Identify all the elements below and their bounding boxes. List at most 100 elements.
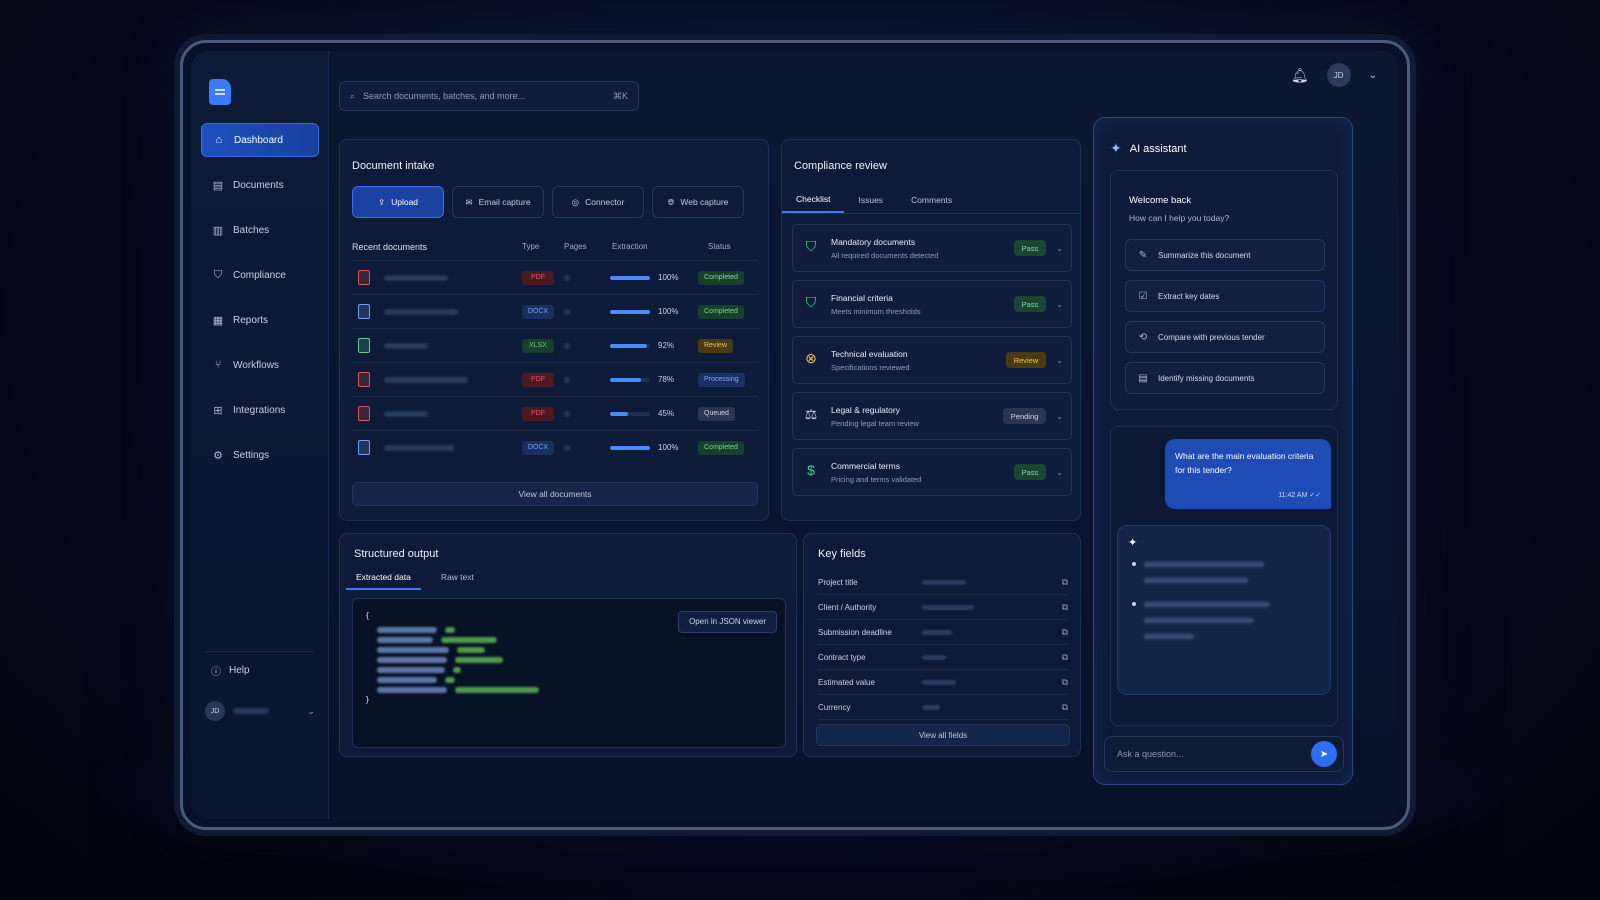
json-key-redacted (377, 657, 447, 663)
send-button[interactable]: ➤ (1311, 741, 1337, 767)
sidebar-item-workflows[interactable]: ⑂ Workflows (201, 348, 319, 382)
table-row[interactable]: PDF 78% Processing (352, 362, 758, 396)
top-actions: 🔔︎ JD ⌄ (1291, 63, 1377, 87)
compliance-item[interactable]: ⚖ Legal & regulatory Pending legal team re… (792, 392, 1072, 440)
chevron-down-icon[interactable]: ⌄ (1056, 356, 1063, 365)
sidebar-item-reports[interactable]: ▦ Reports (201, 303, 319, 337)
suggestions: ✎ Summarize this document ☑ Extract key da… (1125, 239, 1325, 403)
copy-icon[interactable]: ⧉ (1062, 602, 1068, 613)
file-type-badge: XLSX (522, 338, 554, 353)
chevron-down-icon[interactable]: ⌄ (1056, 468, 1063, 477)
suggestion-summarize[interactable]: ✎ Summarize this document (1125, 239, 1325, 271)
sidebar-item-settings[interactable]: ⚙ Settings (201, 438, 319, 472)
send-icon: ➤ (1319, 748, 1329, 760)
chevron-down-icon: ⌄ (307, 705, 315, 716)
compliance-item-subtitle: All required documents detected (831, 250, 939, 260)
tab-connector[interactable]: ◎ Connector (552, 186, 644, 218)
tab-comments[interactable]: Comments (897, 186, 966, 213)
tab-upload[interactable]: ⇪ Upload (352, 186, 444, 218)
ask-question-input[interactable]: Ask a question... ➤ (1104, 736, 1344, 772)
json-line (365, 643, 773, 653)
table-row[interactable]: XLSX 92% Review (352, 328, 758, 362)
table-row[interactable]: PDF 45% Queued (352, 396, 758, 430)
documents-table-header: Recent documents Type Pages Extraction S… (352, 242, 758, 252)
chevron-down-icon[interactable]: ⌄ (1056, 244, 1063, 253)
extraction-percent: 78% (658, 375, 675, 384)
compliance-item[interactable]: ⛉ Financial criteria Meets minimum thresho… (792, 280, 1072, 328)
tab-email-capture[interactable]: ✉ Email capture (452, 186, 544, 218)
mail-icon: ✉ (465, 196, 473, 207)
documents-table: PDF 100% Completed DOCX 100% Completed XLSX 92%… (352, 260, 758, 464)
column-extraction: Extraction (612, 242, 648, 251)
copy-icon[interactable]: ⧉ (1062, 627, 1068, 638)
copy-icon[interactable]: ⧉ (1062, 677, 1068, 688)
key-field-value-redacted (922, 654, 946, 660)
bullet (1132, 602, 1136, 606)
workflow-icon: ⑂ (214, 359, 222, 371)
suggestion-missing-docs[interactable]: ▤ Identify missing documents (1125, 362, 1325, 394)
copy-icon[interactable]: ⧉ (1062, 702, 1068, 713)
progress-fill (610, 377, 642, 382)
table-row[interactable]: PDF 100% Completed (352, 260, 758, 294)
help-link[interactable]: ⓘ Help (211, 663, 250, 678)
table-row[interactable]: DOCX 100% Completed (352, 430, 758, 464)
globe-icon: 🌐︎ (667, 196, 675, 207)
suggestion-compare[interactable]: ⟲ Compare with previous tender (1125, 321, 1325, 353)
json-value-redacted (441, 637, 497, 643)
copy-icon[interactable]: ⧉ (1062, 577, 1068, 588)
sidebar-item-batches[interactable]: ▥ Batches (201, 213, 319, 247)
avatar[interactable]: JD (1326, 63, 1351, 87)
json-line (365, 633, 773, 643)
sidebar-item-label: Compliance (233, 269, 286, 281)
table-row[interactable]: DOCX 100% Completed (352, 294, 758, 328)
open-json-viewer-button[interactable]: Open in JSON viewer (678, 611, 777, 633)
document-icon: ▤ (212, 179, 224, 192)
compliance-item[interactable]: ⛉ Mandatory documents All required documen… (792, 224, 1072, 272)
report-icon: ▦ (212, 314, 224, 327)
tab-extracted-data[interactable]: Extracted data (346, 568, 421, 590)
connector-icon: ◎ (571, 196, 580, 207)
status-badge: Pass (1013, 296, 1047, 312)
compliance-item[interactable]: $ Commercial terms Pricing and terms valid… (792, 448, 1072, 496)
progress-fill (610, 309, 650, 314)
extraction-percent: 92% (658, 341, 675, 350)
suggestion-extract-dates[interactable]: ☑ Extract key dates (1125, 280, 1325, 312)
extraction-progress-bar (610, 377, 650, 382)
sidebar-item-documents[interactable]: ▤ Documents (201, 168, 319, 202)
sidebar-item-label: Batches (233, 224, 270, 236)
json-preview: Open in JSON viewer { } (352, 598, 786, 748)
sidebar-item-integrations[interactable]: ⊞ Integrations (201, 393, 319, 427)
message-timestamp: 11:42 AM ✓✓ (1278, 492, 1321, 499)
file-type-badge: DOCX (522, 304, 554, 319)
chevron-down-icon[interactable]: ⌄ (1056, 300, 1063, 309)
chevron-down-icon[interactable]: ⌄ (1056, 412, 1063, 421)
compliance-item-text: Legal & regulatory Pending legal team rev… (831, 405, 993, 428)
file-type-badge: PDF (522, 270, 554, 285)
welcome-title: Welcome back (1129, 195, 1192, 206)
suggestion-label: Summarize this document (1158, 250, 1251, 260)
redacted-text (1144, 562, 1264, 567)
tab-raw-text[interactable]: Raw text (431, 568, 484, 590)
tab-checklist[interactable]: Checklist (782, 186, 845, 213)
file-icon (358, 406, 370, 421)
suggestion-label: Identify missing documents (1158, 373, 1255, 383)
compliance-item-title: Financial criteria (831, 292, 893, 303)
sidebar-item-compliance[interactable]: ⛉ Compliance (201, 258, 319, 292)
chevron-down-icon[interactable]: ⌄ (1369, 70, 1377, 81)
user-menu[interactable]: JD ⌄ (205, 701, 315, 721)
copy-icon[interactable]: ⧉ (1062, 652, 1068, 663)
file-name-redacted (384, 308, 522, 315)
tab-issues[interactable]: Issues (844, 186, 897, 213)
view-all-documents-button[interactable]: View all documents (352, 482, 758, 506)
json-value-redacted (455, 687, 539, 693)
view-all-fields-button[interactable]: View all fields (816, 724, 1070, 746)
search-input[interactable]: ⌕ Search documents, batches, and more...… (339, 81, 639, 111)
tab-web-capture[interactable]: 🌐︎ Web capture (652, 186, 744, 218)
key-field-row: Contract type ⧉ (818, 645, 1068, 670)
compliance-item[interactable]: ⊗ Technical evaluation Specifications revi… (792, 336, 1072, 384)
ask-placeholder: Ask a question... (1117, 749, 1184, 759)
bell-icon[interactable]: 🔔︎ (1291, 67, 1309, 84)
json-value-redacted (445, 627, 455, 633)
key-field-row: Client / Authority ⧉ (818, 595, 1068, 620)
sidebar-item-dashboard[interactable]: ⌂ Dashboard (201, 123, 319, 157)
